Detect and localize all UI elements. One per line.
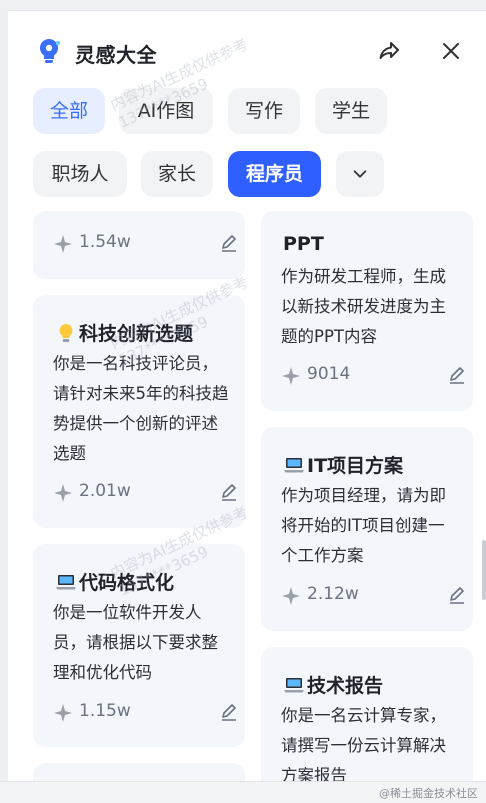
prompt-card[interactable]: 技术报告 你是一名云计算专家，请撰写一份云计算解决方案报告 bbox=[261, 647, 473, 781]
page-title: 灵感大全 bbox=[75, 43, 157, 67]
card-title: PPT bbox=[283, 233, 324, 255]
card-description: 你是一名云计算专家，请撰写一份云计算解决方案报告 bbox=[281, 706, 446, 781]
laptop-emoji-icon bbox=[56, 575, 76, 590]
window-top-border bbox=[0, 0, 486, 11]
card-title-text: 技术报告 bbox=[307, 675, 384, 697]
sparkle-icon bbox=[282, 587, 300, 605]
scrollbar-thumb[interactable] bbox=[482, 540, 486, 600]
tab-all[interactable]: 全部 bbox=[33, 88, 105, 134]
card-description: 你是一位软件开发人员，请根据以下要求整理和优化代码 bbox=[53, 603, 218, 682]
inspiration-panel: 灵感大全 全部 AI作图 写作 学生 职场人 家长 程序员 1.54w 科技创新… bbox=[8, 11, 486, 781]
sparkle-icon bbox=[54, 235, 72, 253]
source-watermark: @稀土掘金技术社区 bbox=[379, 787, 478, 800]
card-description: 作为研发工程师，生成以新技术研发进度为主题的PPT内容 bbox=[281, 267, 446, 346]
sparkle-icon bbox=[54, 484, 72, 502]
edit-icon[interactable] bbox=[219, 482, 239, 502]
edit-icon[interactable] bbox=[447, 365, 467, 385]
card-title: 科技创新选题 bbox=[55, 319, 193, 346]
card-title-text: IT项目方案 bbox=[307, 455, 404, 477]
prompt-card[interactable]: 代码格式化 你是一位软件开发人员，请根据以下要求整理和优化代码 1.15w bbox=[33, 544, 245, 747]
usage-count: 2.01w bbox=[79, 481, 131, 501]
prompt-card[interactable] bbox=[33, 763, 245, 781]
tab-student[interactable]: 学生 bbox=[315, 88, 387, 134]
left-edge-strip bbox=[0, 10, 8, 790]
laptop-emoji-icon bbox=[284, 458, 304, 473]
card-title: 代码格式化 bbox=[55, 568, 174, 595]
lightbulb-logo-icon bbox=[39, 38, 60, 63]
tab-writing[interactable]: 写作 bbox=[228, 88, 300, 134]
card-description: 作为项目经理，请为即将开始的IT项目创建一个工作方案 bbox=[281, 486, 446, 565]
usage-count: 1.54w bbox=[79, 232, 131, 252]
edit-icon[interactable] bbox=[219, 702, 239, 722]
prompt-card[interactable]: 1.54w bbox=[33, 211, 245, 279]
chevron-down-icon bbox=[353, 170, 367, 178]
sparkle-icon bbox=[54, 704, 72, 722]
tab-programmer[interactable]: 程序员 bbox=[228, 151, 321, 197]
card-title: IT项目方案 bbox=[283, 451, 403, 478]
tab-parent[interactable]: 家长 bbox=[141, 151, 213, 197]
usage-count: 9014 bbox=[307, 364, 351, 384]
usage-count: 1.15w bbox=[79, 701, 131, 721]
share-icon[interactable] bbox=[376, 38, 402, 64]
sparkle-icon bbox=[282, 367, 300, 385]
card-title-text: 代码格式化 bbox=[79, 572, 175, 594]
tab-ai-drawing[interactable]: AI作图 bbox=[119, 88, 213, 134]
prompt-card[interactable]: PPT 作为研发工程师，生成以新技术研发进度为主题的PPT内容 9014 bbox=[261, 211, 473, 411]
card-title-text: 科技创新选题 bbox=[79, 323, 194, 345]
bottom-bar: @稀土掘金技术社区 bbox=[0, 781, 486, 803]
lightbulb-emoji-icon bbox=[59, 324, 73, 342]
prompt-card[interactable]: IT项目方案 作为项目经理，请为即将开始的IT项目创建一个工作方案 2.12w bbox=[261, 427, 473, 631]
usage-count: 2.12w bbox=[307, 584, 359, 604]
edit-icon[interactable] bbox=[219, 233, 239, 253]
close-icon[interactable] bbox=[438, 38, 464, 64]
edit-icon[interactable] bbox=[447, 585, 467, 605]
more-tabs-button[interactable] bbox=[336, 151, 384, 197]
tab-professional[interactable]: 职场人 bbox=[33, 151, 127, 197]
laptop-emoji-icon bbox=[284, 678, 304, 693]
panel-header: 灵感大全 bbox=[8, 33, 486, 69]
card-description: 你是一名科技评论员，请针对未来5年的科技趋势提供一个创新的评述选题 bbox=[53, 354, 229, 463]
card-title: 技术报告 bbox=[283, 671, 383, 698]
prompt-card[interactable]: 科技创新选题 你是一名科技评论员，请针对未来5年的科技趋势提供一个创新的评述选题… bbox=[33, 295, 245, 528]
